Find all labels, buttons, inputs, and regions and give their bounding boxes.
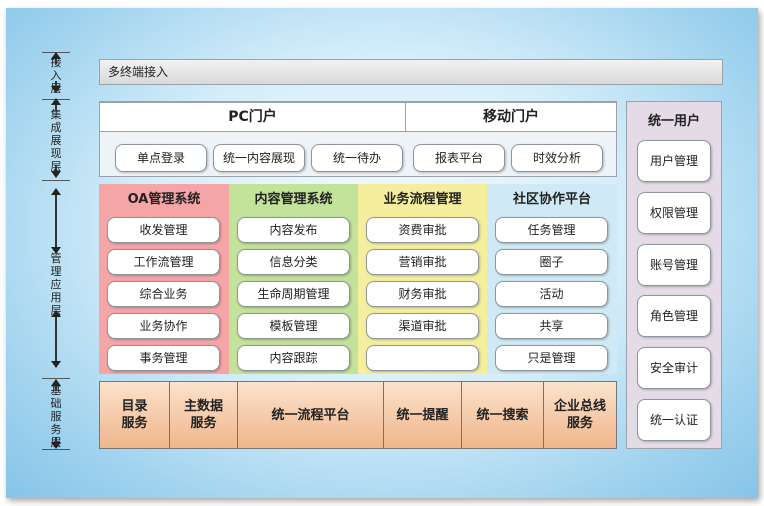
column-item: 任务管理 <box>495 217 608 243</box>
layer-arrow <box>51 52 61 64</box>
column-community: 社区协作平台任务管理圈子活动共享只是管理 <box>487 184 617 374</box>
column-item: 共享 <box>495 313 608 339</box>
user-item: 统一认证 <box>637 399 711 441</box>
portal-item: 单点登录 <box>115 144 207 172</box>
column-title: 社区协作平台 <box>512 192 591 207</box>
multi-terminal-access: 多终端接入 <box>99 59 723 85</box>
column-item: 资费审批 <box>366 217 479 243</box>
column-item: 渠道审批 <box>366 313 479 339</box>
portal-item: 时效分析 <box>511 144 603 172</box>
layer-divider <box>42 180 70 181</box>
unified-user-panel: 统一用户 用户管理 权限管理 账号管理 角色管理 安全审计 统一认证 <box>626 101 722 449</box>
user-item: 角色管理 <box>637 295 711 337</box>
column-item: 收发管理 <box>107 217 220 243</box>
column-item: 圈子 <box>495 249 608 275</box>
column-item: 综合业务 <box>107 281 220 307</box>
user-item: 安全审计 <box>637 347 711 389</box>
column-item: 信息分类 <box>237 249 350 275</box>
base-service: 企业总线 服务 <box>544 382 616 448</box>
portal-panel: PC门户 移动门户 单点登录 统一内容展现 统一待办 报表平台 时效分析 <box>99 101 617 177</box>
column-workflow: 业务流程管理资费审批营销审批财务审批渠道审批 <box>358 184 487 374</box>
user-item: 账号管理 <box>637 244 711 286</box>
column-title: OA管理系统 <box>127 192 201 207</box>
layer-arrow <box>51 310 61 368</box>
base-service: 主数据 服务 <box>170 382 238 448</box>
column-item: 活动 <box>495 281 608 307</box>
layer-arrow <box>51 98 61 110</box>
layer-arrow <box>51 166 61 178</box>
user-item: 权限管理 <box>637 192 711 234</box>
column-oa: OA管理系统收发管理工作流管理综合业务业务协作事务管理 <box>99 184 229 374</box>
layer-arrow <box>51 437 61 449</box>
column-item <box>366 345 479 371</box>
column-item: 只是管理 <box>495 345 608 371</box>
base-service: 统一流程平台 <box>238 382 384 448</box>
mobile-portal: 移动门户 <box>405 102 617 132</box>
portal-item: 报表平台 <box>413 144 505 172</box>
portal-item: 统一待办 <box>311 144 403 172</box>
column-item: 财务审批 <box>366 281 479 307</box>
column-item: 内容发布 <box>237 217 350 243</box>
base-service: 统一搜索 <box>462 382 544 448</box>
layer-divider <box>42 449 70 450</box>
column-item: 生命周期管理 <box>237 281 350 307</box>
unified-user-title: 统一用户 <box>647 114 700 129</box>
pc-portal: PC门户 <box>99 102 406 132</box>
column-title: 业务流程管理 <box>383 192 462 207</box>
base-services: 目录 服务 主数据 服务 统一流程平台 统一提醒 统一搜索 企业总线 服务 <box>99 381 617 449</box>
column-item: 业务协作 <box>107 313 220 339</box>
layer-label-application: 管理应用层 <box>50 252 62 317</box>
column-item: 内容跟踪 <box>237 345 350 371</box>
column-content: 内容管理系统内容发布信息分类生命周期管理 模板管理内容跟踪 <box>229 184 358 374</box>
user-item: 用户管理 <box>637 140 711 182</box>
column-title: 内容管理系统 <box>254 192 333 207</box>
layer-arrow <box>51 188 61 254</box>
column-item: 模板管理 <box>237 313 350 339</box>
layer-arrow <box>51 81 61 93</box>
layer-arrow <box>51 379 61 391</box>
portal-item: 统一内容展现 <box>213 144 305 172</box>
column-item: 营销审批 <box>366 249 479 275</box>
base-service: 统一提醒 <box>384 382 462 448</box>
column-item: 工作流管理 <box>107 249 220 275</box>
base-service: 目录 服务 <box>100 382 170 448</box>
layer-label-integration: 集成展现层 <box>50 108 62 173</box>
column-item: 事务管理 <box>107 345 220 371</box>
